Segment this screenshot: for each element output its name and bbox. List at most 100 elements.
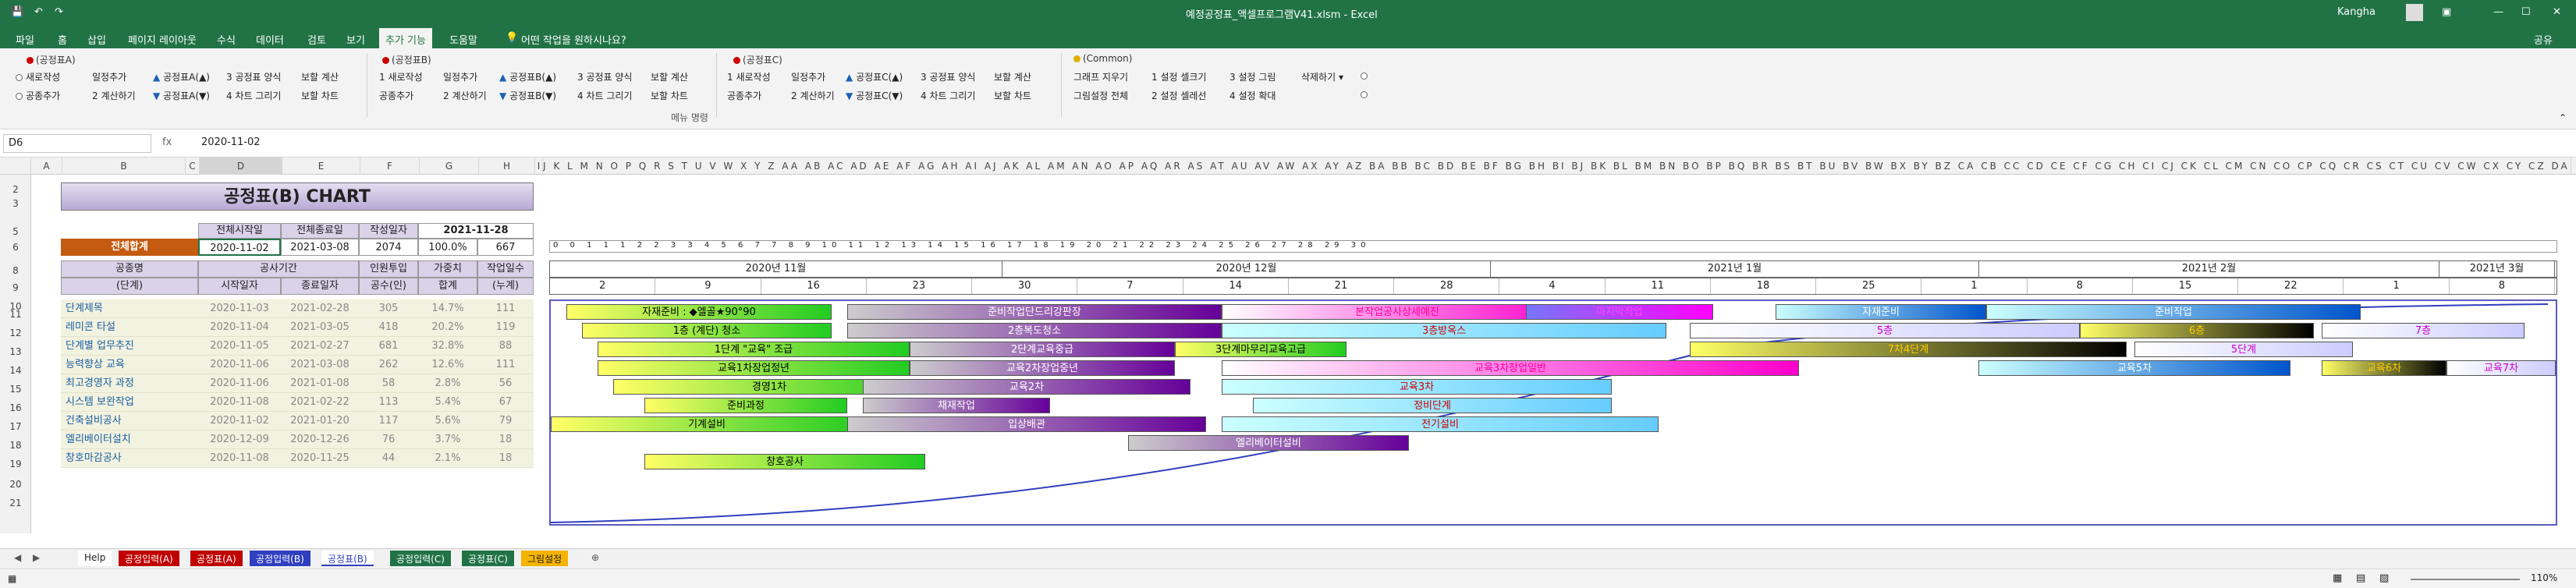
row-end[interactable]: 2021-02-28 [281,299,359,318]
row-days[interactable]: 18 [477,449,534,468]
row-man[interactable]: 58 [359,374,418,393]
gantt-bar[interactable]: 교육2차 [863,379,1190,395]
gantt-bar[interactable]: 준비작업단드리강판장 [847,304,1222,320]
row-header[interactable]: 19 [0,459,31,469]
set-zoom[interactable]: 4 설정 확대 [1229,89,1276,102]
sheet-tab-chart-a[interactable]: 공정표(A) [190,551,243,566]
row-man[interactable]: 305 [359,299,418,318]
row-header[interactable]: 12 [0,328,31,338]
row-name[interactable]: 레미콘 타설 [61,318,198,337]
tab-home[interactable]: 홈 [51,30,73,48]
row-end[interactable]: 2020-12-26 [281,430,359,449]
row-header[interactable]: 3 [0,198,31,209]
row-header[interactable]: 8 [0,265,31,276]
gantt-bar[interactable]: 6층 [2080,323,2314,338]
gantt-bar[interactable]: 준비과정 [644,398,847,413]
sheet-tab-picture-settings[interactable]: 그림설정 [521,551,569,566]
set-cell-line[interactable]: 2 설정 셀레선 [1151,89,1206,102]
a-chart-down[interactable]: ▼ 공정표A(▼) [153,89,210,102]
tab-insert[interactable]: 삽입 [81,30,112,48]
gantt-bar[interactable]: 교육1차장업정년 [598,360,910,376]
row-name[interactable]: 시스템 보완작업 [61,393,198,412]
row-weight[interactable]: 3.7% [418,430,477,449]
row-end[interactable]: 2021-02-22 [281,393,359,412]
name-box[interactable]: D6 [3,134,151,153]
col-header[interactable]: H [479,158,535,175]
row-name[interactable]: 창호마감공사 [61,449,198,468]
gantt-bar[interactable]: 입상배관 [847,416,1206,432]
row-weight[interactable]: 20.2% [418,318,477,337]
row-man[interactable]: 681 [359,337,418,356]
row-header[interactable]: 18 [0,440,31,451]
row-weight[interactable]: 14.7% [418,299,477,318]
tab-page-layout[interactable]: 페이지 레이아웃 [122,30,203,48]
sheet-tab-chart-c[interactable]: 공정표(C) [462,551,514,566]
c-calc[interactable]: 2 계산하기 [791,89,835,102]
gantt-bar[interactable]: 7층 [2322,323,2525,338]
row-header[interactable]: 21 [0,498,31,508]
gantt-bar[interactable]: 교육7차 [2446,360,2556,376]
a-new[interactable]: 새로작성 [16,70,60,83]
collapse-ribbon-icon[interactable]: ⌃ [2559,112,2567,123]
redo-icon[interactable]: ↷ [55,6,63,18]
row-header[interactable]: 2 [0,184,31,195]
total-man[interactable]: 2074 [359,239,418,256]
gantt-bar[interactable]: 자재준비 : ◆엘골★90°90 [566,304,832,320]
worksheet[interactable]: 공정표(B) CHART 전체시작일 전체종료일 작성일자 2021-11-28… [31,175,2576,533]
b-add-schedule[interactable]: 일정추가 [443,70,477,83]
gantt-bar[interactable]: 5단계 [2134,342,2353,357]
row-start[interactable]: 2020-11-08 [198,449,281,468]
row-man[interactable]: 117 [359,412,418,430]
total-days[interactable]: 667 [477,239,534,256]
row-header[interactable]: 9 [0,282,31,293]
row-header[interactable]: 20 [0,479,31,490]
gantt-bar[interactable]: 교육5차 [1978,360,2290,376]
gantt-bar[interactable]: 기계설비 [551,416,863,432]
b-new[interactable]: 1 새로작성 [379,70,423,83]
gantt-bar[interactable]: 5층 [1690,323,2080,338]
close-icon[interactable]: ✕ [2553,6,2561,18]
gantt-bar[interactable]: 7차4단계 [1690,342,2127,357]
row-end[interactable]: 2021-02-27 [281,337,359,356]
row-header[interactable]: 17 [0,421,31,432]
view-layout-icon[interactable]: ▤ [2356,572,2365,584]
a-weight-chart[interactable]: 보할 차트 [301,89,339,102]
end-date-cell[interactable]: 2021-03-08 [281,239,359,256]
avatar[interactable] [2406,4,2423,21]
row-days[interactable]: 88 [477,337,534,356]
tab-help[interactable]: 도움말 [443,30,484,48]
gantt-bar[interactable]: 1단계 "교육" 조급 [598,342,910,357]
row-header[interactable]: 6 [0,242,31,253]
row-name[interactable]: 최고경영자 과정 [61,374,198,393]
row-header[interactable]: 16 [0,402,31,413]
tab-formulas[interactable]: 수식 [211,30,242,48]
row-start[interactable]: 2020-11-03 [198,299,281,318]
gantt-bar[interactable]: 본작업공사상세예진 [1222,304,1573,320]
select-all[interactable] [0,158,31,175]
total-weight[interactable]: 100.0% [418,239,477,256]
add-sheet-icon[interactable]: ⊕ [585,551,605,566]
row-weight[interactable]: 12.6% [418,356,477,374]
tab-file[interactable]: 파일 [9,30,41,48]
view-break-icon[interactable]: ▧ [2379,572,2389,584]
gantt-bar[interactable]: 마지막작업 [1526,304,1713,320]
row-name[interactable]: 단계제목 [61,299,198,318]
row-days[interactable]: 18 [477,430,534,449]
gantt-bar[interactable]: 교육2차장업중년 [910,360,1175,376]
share-button[interactable]: 공유 [2528,30,2559,48]
gantt-bar[interactable]: 2단계교육중급 [910,342,1175,357]
row-days[interactable]: 56 [477,374,534,393]
b-calc[interactable]: 2 계산하기 [443,89,487,102]
sheet-tab-input-a[interactable]: 공정입력(A) [119,551,179,566]
tab-data[interactable]: 데이터 [250,30,290,48]
gantt-bar[interactable]: 1층 (계단) 청소 [582,323,832,338]
row-days[interactable]: 119 [477,318,534,337]
view-normal-icon[interactable]: ▦ [2333,572,2342,584]
row-days[interactable]: 67 [477,393,534,412]
row-header[interactable]: 14 [0,365,31,376]
tab-nav-next-icon[interactable]: ▶ [27,551,46,566]
gantt-bar[interactable]: 창호공사 [644,454,925,469]
gantt-bar[interactable]: 준비작업 [1986,304,2361,320]
col-header[interactable]: I [535,158,543,175]
row-days[interactable]: 111 [477,356,534,374]
